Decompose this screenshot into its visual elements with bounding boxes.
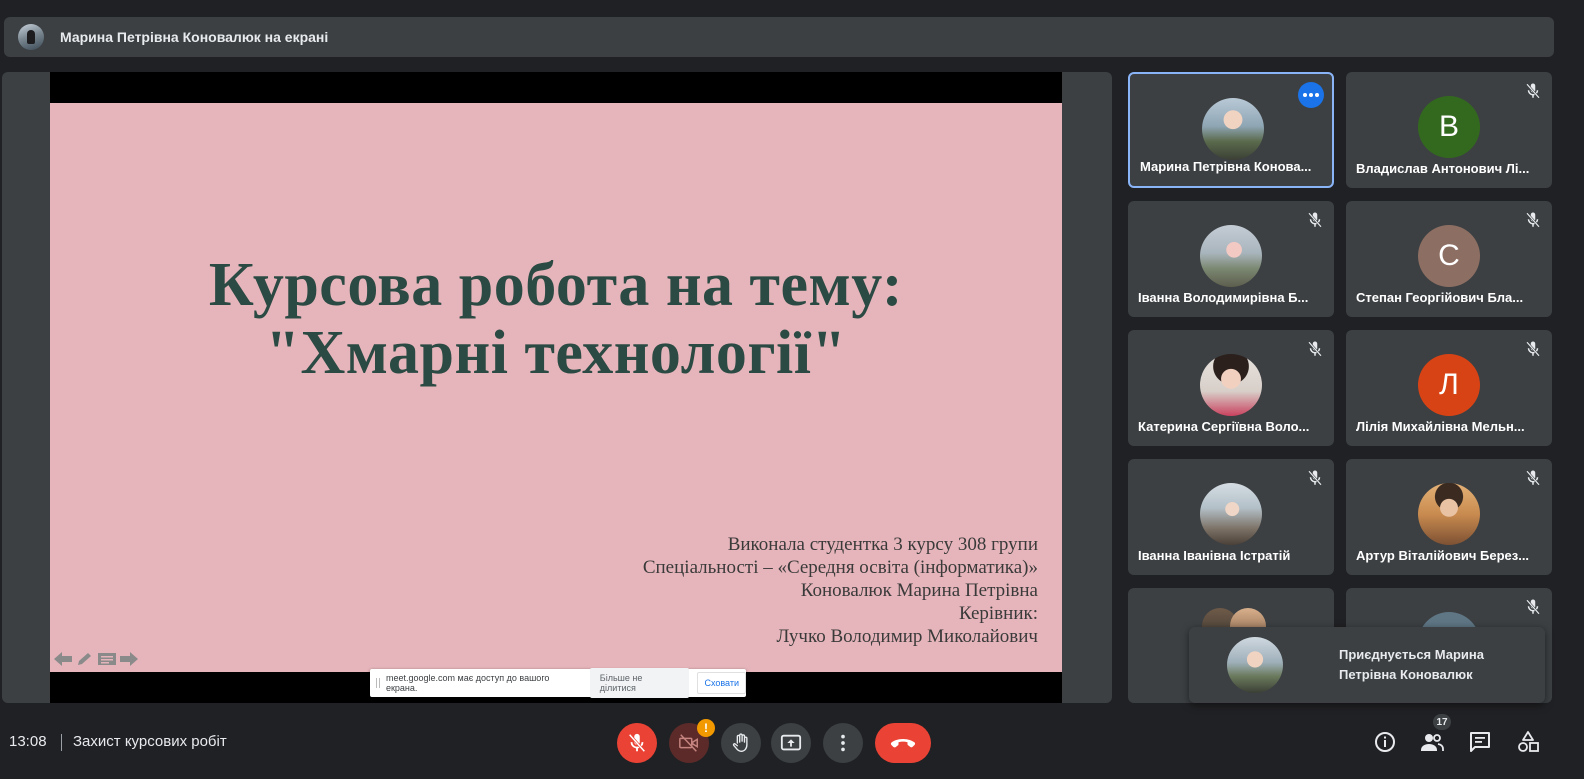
- participant-avatar: [1200, 354, 1262, 416]
- raise-hand-button[interactable]: [721, 723, 761, 763]
- slide-controls: [54, 652, 138, 666]
- camera-warning-badge: !: [697, 719, 715, 737]
- mic-off-icon: [1308, 212, 1322, 228]
- slide-info-line: Виконала студентка 3 курсу 308 групи: [727, 534, 1038, 555]
- slide-info-line: Лучко Володимир Миколайович: [776, 626, 1038, 647]
- present-icon: [780, 734, 802, 751]
- joining-avatar: [1227, 637, 1283, 693]
- participant-avatar: [1200, 225, 1262, 287]
- activities-icon[interactable]: [1515, 729, 1541, 755]
- participant-name: Владислав Антонович Лі...: [1356, 161, 1530, 176]
- participant-avatar: С: [1418, 225, 1480, 287]
- divider: [61, 734, 62, 751]
- participant-tile[interactable]: В Владислав Антонович Лі...: [1346, 72, 1552, 188]
- presenter-avatar: [18, 24, 44, 50]
- participant-name: Іванна Володимирівна Б...: [1138, 290, 1309, 305]
- mic-off-icon: [1526, 599, 1540, 615]
- camera-off-icon: [679, 734, 698, 752]
- meeting-details-icon[interactable]: [1372, 729, 1398, 755]
- participant-name: Лілія Михайлівна Мельн...: [1356, 419, 1525, 434]
- participant-name: Катерина Сергіївна Воло...: [1138, 419, 1310, 434]
- mic-off-icon: [1308, 341, 1322, 357]
- participant-tile[interactable]: Артур Віталійович Берез...: [1346, 459, 1552, 575]
- more-options-button[interactable]: [823, 723, 863, 763]
- slide-title: Курсова робота на тему: "Хмарні технолог…: [50, 251, 1062, 387]
- participant-name: Марина Петрівна Конова...: [1140, 159, 1312, 174]
- participant-tile[interactable]: С Степан Георгійович Бла...: [1346, 201, 1552, 317]
- participant-tile[interactable]: Катерина Сергіївна Воло...: [1128, 330, 1334, 446]
- slide-info-line: Керівник:: [959, 603, 1038, 624]
- bottom-toolbar: 13:08 Захист курсових робіт ! 17: [0, 707, 1584, 779]
- drag-handle[interactable]: [376, 678, 380, 688]
- screen-share-notification: meet.google.com має доступ до вашого екр…: [370, 668, 746, 698]
- chat-icon[interactable]: [1467, 729, 1493, 755]
- mic-off-icon: [1308, 470, 1322, 486]
- menu-icon[interactable]: [98, 652, 116, 666]
- joining-text: Приєднується Марина Петрівна Коновалюк: [1339, 647, 1484, 682]
- mic-off-icon: [1526, 341, 1540, 357]
- share-message: meet.google.com має доступ до вашого екр…: [385, 673, 550, 693]
- presenter-banner: Марина Петрівна Коновалюк на екрані: [4, 17, 1554, 57]
- presentation-panel: Курсова робота на тему: "Хмарні технолог…: [2, 72, 1112, 703]
- participants-icon[interactable]: [1419, 729, 1445, 755]
- participant-avatar: В: [1418, 96, 1480, 158]
- participant-avatar: [1418, 483, 1480, 545]
- participant-avatar: [1200, 483, 1262, 545]
- clock: 13:08: [9, 733, 47, 750]
- participant-tile[interactable]: Іванна Іванівна Істратій: [1128, 459, 1334, 575]
- participant-name: Степан Георгійович Бла...: [1356, 290, 1524, 305]
- slide-title-line-2: "Хмарні технології": [265, 319, 847, 387]
- meeting-name: Захист курсових робіт: [73, 733, 227, 750]
- mic-off-icon: [628, 733, 646, 753]
- slide-title-line-1: Курсова робота на тему:: [208, 251, 904, 319]
- participant-count-badge: 17: [1433, 714, 1451, 730]
- mic-off-icon: [1526, 212, 1540, 228]
- participant-name: Артур Віталійович Берез...: [1356, 548, 1530, 563]
- slide-info-line: Коновалюк Марина Петрівна: [800, 580, 1038, 601]
- presentation-slide: Курсова робота на тему: "Хмарні технолог…: [50, 103, 1062, 672]
- hang-up-icon: [890, 739, 916, 748]
- slide-author-info: Виконала студентка 3 курсу 308 групи Спе…: [643, 533, 1038, 648]
- slide-info-line: Спеціальності – «Середня освіта (інформа…: [642, 557, 1038, 578]
- pen-icon[interactable]: [76, 652, 94, 666]
- hide-button[interactable]: Сховати: [697, 672, 746, 694]
- more-vert-icon: [841, 734, 845, 752]
- next-slide-icon[interactable]: [120, 652, 138, 666]
- more-options-icon[interactable]: [1298, 82, 1324, 108]
- meet-window: Марина Петрівна Коновалюк на екрані Курс…: [0, 0, 1584, 779]
- presenter-banner-text: Марина Петрівна Коновалюк на екрані: [60, 29, 329, 45]
- shared-screen: Курсова робота на тему: "Хмарні технолог…: [50, 72, 1062, 703]
- present-screen-button[interactable]: [771, 723, 811, 763]
- mic-off-icon: [1526, 83, 1540, 99]
- participant-tile[interactable]: Л Лілія Михайлівна Мельн...: [1346, 330, 1552, 446]
- previous-slide-icon[interactable]: [54, 652, 72, 666]
- participant-avatar: Л: [1418, 354, 1480, 416]
- participant-name: Іванна Іванівна Істратій: [1138, 548, 1291, 563]
- participant-tile[interactable]: Марина Петрівна Конова...: [1128, 72, 1334, 188]
- hand-icon: [732, 733, 748, 752]
- microphone-button[interactable]: [617, 723, 657, 763]
- participant-avatar: [1202, 98, 1264, 160]
- participant-tile[interactable]: Іванна Володимирівна Б...: [1128, 201, 1334, 317]
- mic-off-icon: [1526, 470, 1540, 486]
- leave-call-button[interactable]: [875, 723, 931, 763]
- stop-sharing-button[interactable]: Більше не ділитися: [589, 668, 690, 698]
- joining-notification: Приєднується Марина Петрівна Коновалюк: [1189, 627, 1545, 703]
